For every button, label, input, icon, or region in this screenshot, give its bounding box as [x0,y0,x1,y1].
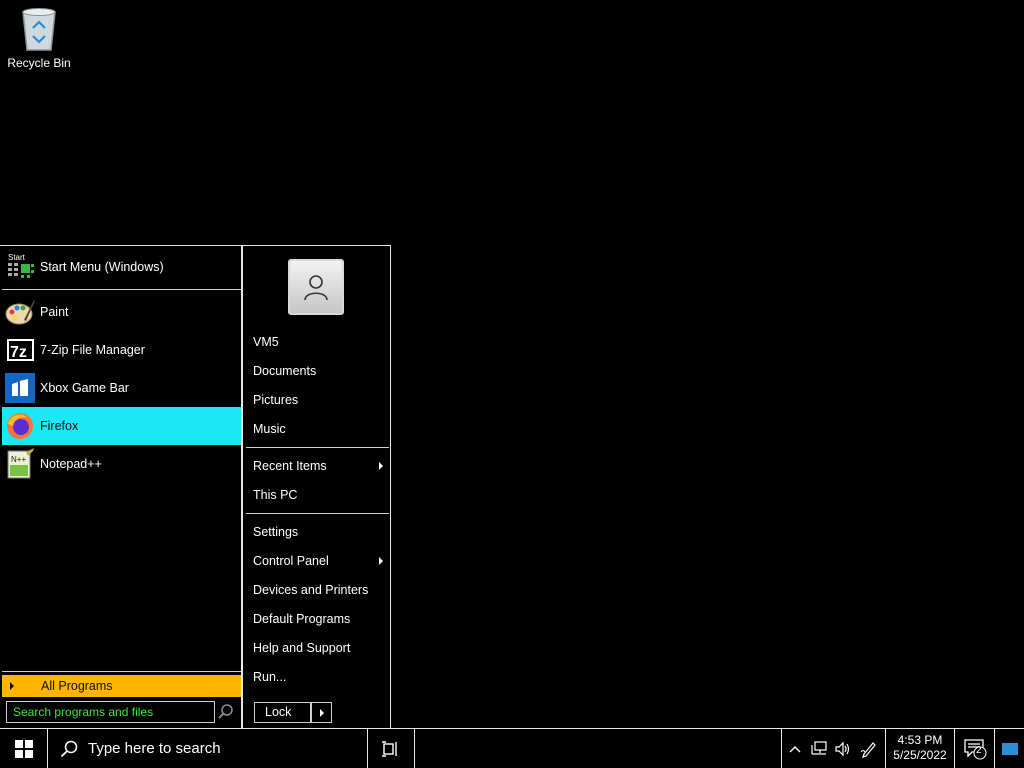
menu-item-label: Help and Support [253,641,351,655]
menu-item-label: Music [253,422,286,436]
windows-logo-icon [14,739,33,758]
recycle-bin-icon [19,6,59,52]
divider [246,513,389,514]
menu-item-label: This PC [253,488,298,502]
pen-workspace-button[interactable] [856,729,882,768]
menu-item-documents[interactable]: Documents [253,361,383,381]
chevron-right-icon [379,462,383,470]
speaker-icon [835,741,850,756]
clock-time: 4:53 PM [897,733,943,747]
network-button[interactable] [806,729,832,768]
menu-item-label: Default Programs [253,612,351,626]
menu-item-help-and-support[interactable]: Help and Support [253,638,383,658]
program-label: Paint [40,305,69,319]
program-label: 7-Zip File Manager [40,343,145,357]
show-hidden-icons-button[interactable] [782,729,808,768]
menu-item-devices-and-printers[interactable]: Devices and Printers [253,580,383,600]
divider [2,289,241,290]
program-item-notepadpp[interactable]: N++ Notepad++ [2,445,241,483]
pen-icon [860,741,876,758]
program-label: Firefox [40,419,79,433]
all-programs-button[interactable]: All Programs [2,675,241,697]
pinned-label: Start Menu (Windows) [40,260,164,274]
program-item-firefox[interactable]: Firefox [2,407,241,445]
notification-icon [963,738,986,759]
desktop-icon-label: Recycle Bin [7,56,71,70]
task-view-button[interactable] [368,729,415,768]
7zip-icon: 7z [4,334,36,366]
all-programs-label: All Programs [41,679,113,693]
menu-item-user[interactable]: VM5 [253,332,383,352]
program-label: Notepad++ [40,457,102,471]
search-icon[interactable] [217,703,235,721]
menu-item-music[interactable]: Music [253,419,383,439]
program-item-xbox-game-bar[interactable]: Xbox Game Bar [2,369,241,407]
svg-text:N++: N++ [11,455,26,464]
menu-item-label: Control Panel [253,554,329,568]
paint-icon [4,296,36,328]
desktop-preview-icon [1002,742,1018,755]
menu-item-run[interactable]: Run... [253,667,383,687]
divider [246,447,389,448]
notepadpp-icon: N++ [4,448,36,480]
system-tray: 4:53 PM 5/25/2022 2 [781,729,1024,768]
menu-item-label: Documents [253,364,317,378]
menu-item-label: Devices and Printers [253,583,369,597]
desktop-icon-recycle-bin[interactable]: Recycle Bin [4,6,74,70]
clock[interactable]: 4:53 PM 5/25/2022 [885,729,955,768]
menu-item-settings[interactable]: Settings [253,522,383,542]
firefox-icon [4,410,36,442]
xbox-game-bar-icon [4,372,36,404]
volume-button[interactable] [830,729,856,768]
program-label: Xbox Game Bar [40,381,129,395]
menu-item-label: Recent Items [253,459,327,473]
taskbar-search-placeholder: Type here to search [88,740,221,757]
chevron-up-icon [789,745,801,752]
svg-text:7z: 7z [10,344,27,361]
program-item-7zip[interactable]: 7z 7-Zip File Manager [2,331,241,369]
notification-count-badge: 2 [976,745,982,756]
start-button[interactable] [0,729,48,768]
taskbar: Type here to search 4:53 PM 5/25/2022 2 [0,728,1024,768]
menu-item-label: Run... [253,670,287,684]
task-view-icon [382,740,397,757]
taskbar-search-box[interactable]: Type here to search [48,729,368,768]
menu-item-default-programs[interactable]: Default Programs [253,609,383,629]
chevron-right-icon [379,557,383,565]
start-menu-places-pane: VM5 Documents Pictures Music Recent Item… [245,246,390,728]
lock-label: Lock [265,705,292,719]
menu-item-pictures[interactable]: Pictures [253,390,383,410]
network-icon [811,740,827,755]
clock-date: 5/25/2022 [893,748,947,762]
shutdown-options-button[interactable] [311,702,332,723]
menu-item-label: Settings [253,525,299,539]
svg-text:Start: Start [8,253,26,262]
start-menu: Start Start Menu (Windows) Paint 7z 7-Zi… [0,245,391,728]
lock-button[interactable]: Lock [254,702,311,723]
menu-item-label: Pictures [253,393,299,407]
menu-item-control-panel[interactable]: Control Panel [253,551,383,571]
action-center-button[interactable]: 2 [955,729,995,768]
search-programs-input[interactable] [6,701,215,723]
search-icon [60,740,78,757]
pinned-start-menu-windows[interactable]: Start Start Menu (Windows) [2,248,241,286]
user-avatar[interactable] [288,259,344,315]
chevron-right-icon [10,682,14,690]
menu-item-recent-items[interactable]: Recent Items [253,456,383,476]
user-name: VM5 [253,335,279,349]
program-item-paint[interactable]: Paint [2,293,241,331]
user-icon [304,275,328,301]
show-desktop-button[interactable] [995,729,1024,768]
start-menu-icon: Start [4,251,36,283]
menu-item-this-pc[interactable]: This PC [253,485,383,505]
divider [2,671,241,672]
start-menu-programs-pane: Start Start Menu (Windows) Paint 7z 7-Zi… [0,246,243,728]
